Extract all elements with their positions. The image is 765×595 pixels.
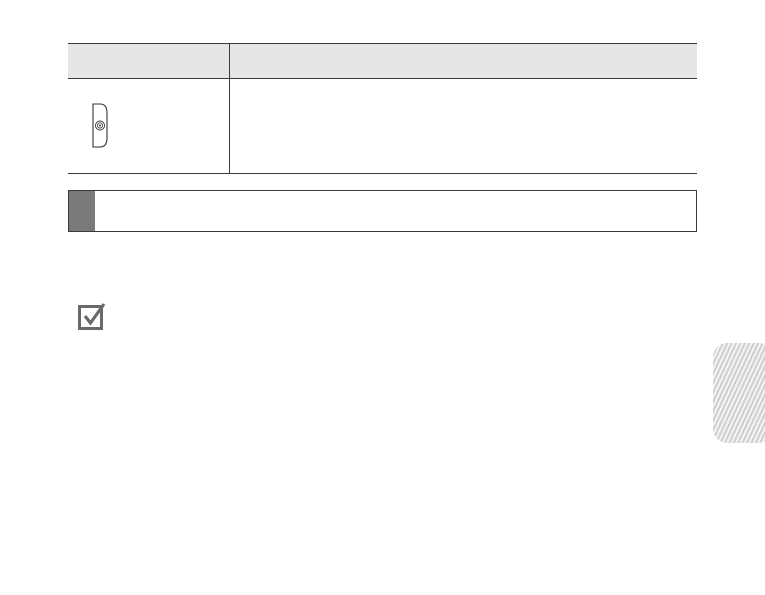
step-marker — [69, 191, 95, 231]
side-key-icon — [92, 103, 108, 148]
step-heading-box — [68, 190, 697, 232]
key-function-table — [68, 43, 697, 174]
checkbox-check-icon — [78, 303, 106, 330]
table-header-row — [68, 44, 697, 79]
chapter-side-tab — [713, 343, 765, 443]
table-column-divider — [229, 44, 230, 173]
